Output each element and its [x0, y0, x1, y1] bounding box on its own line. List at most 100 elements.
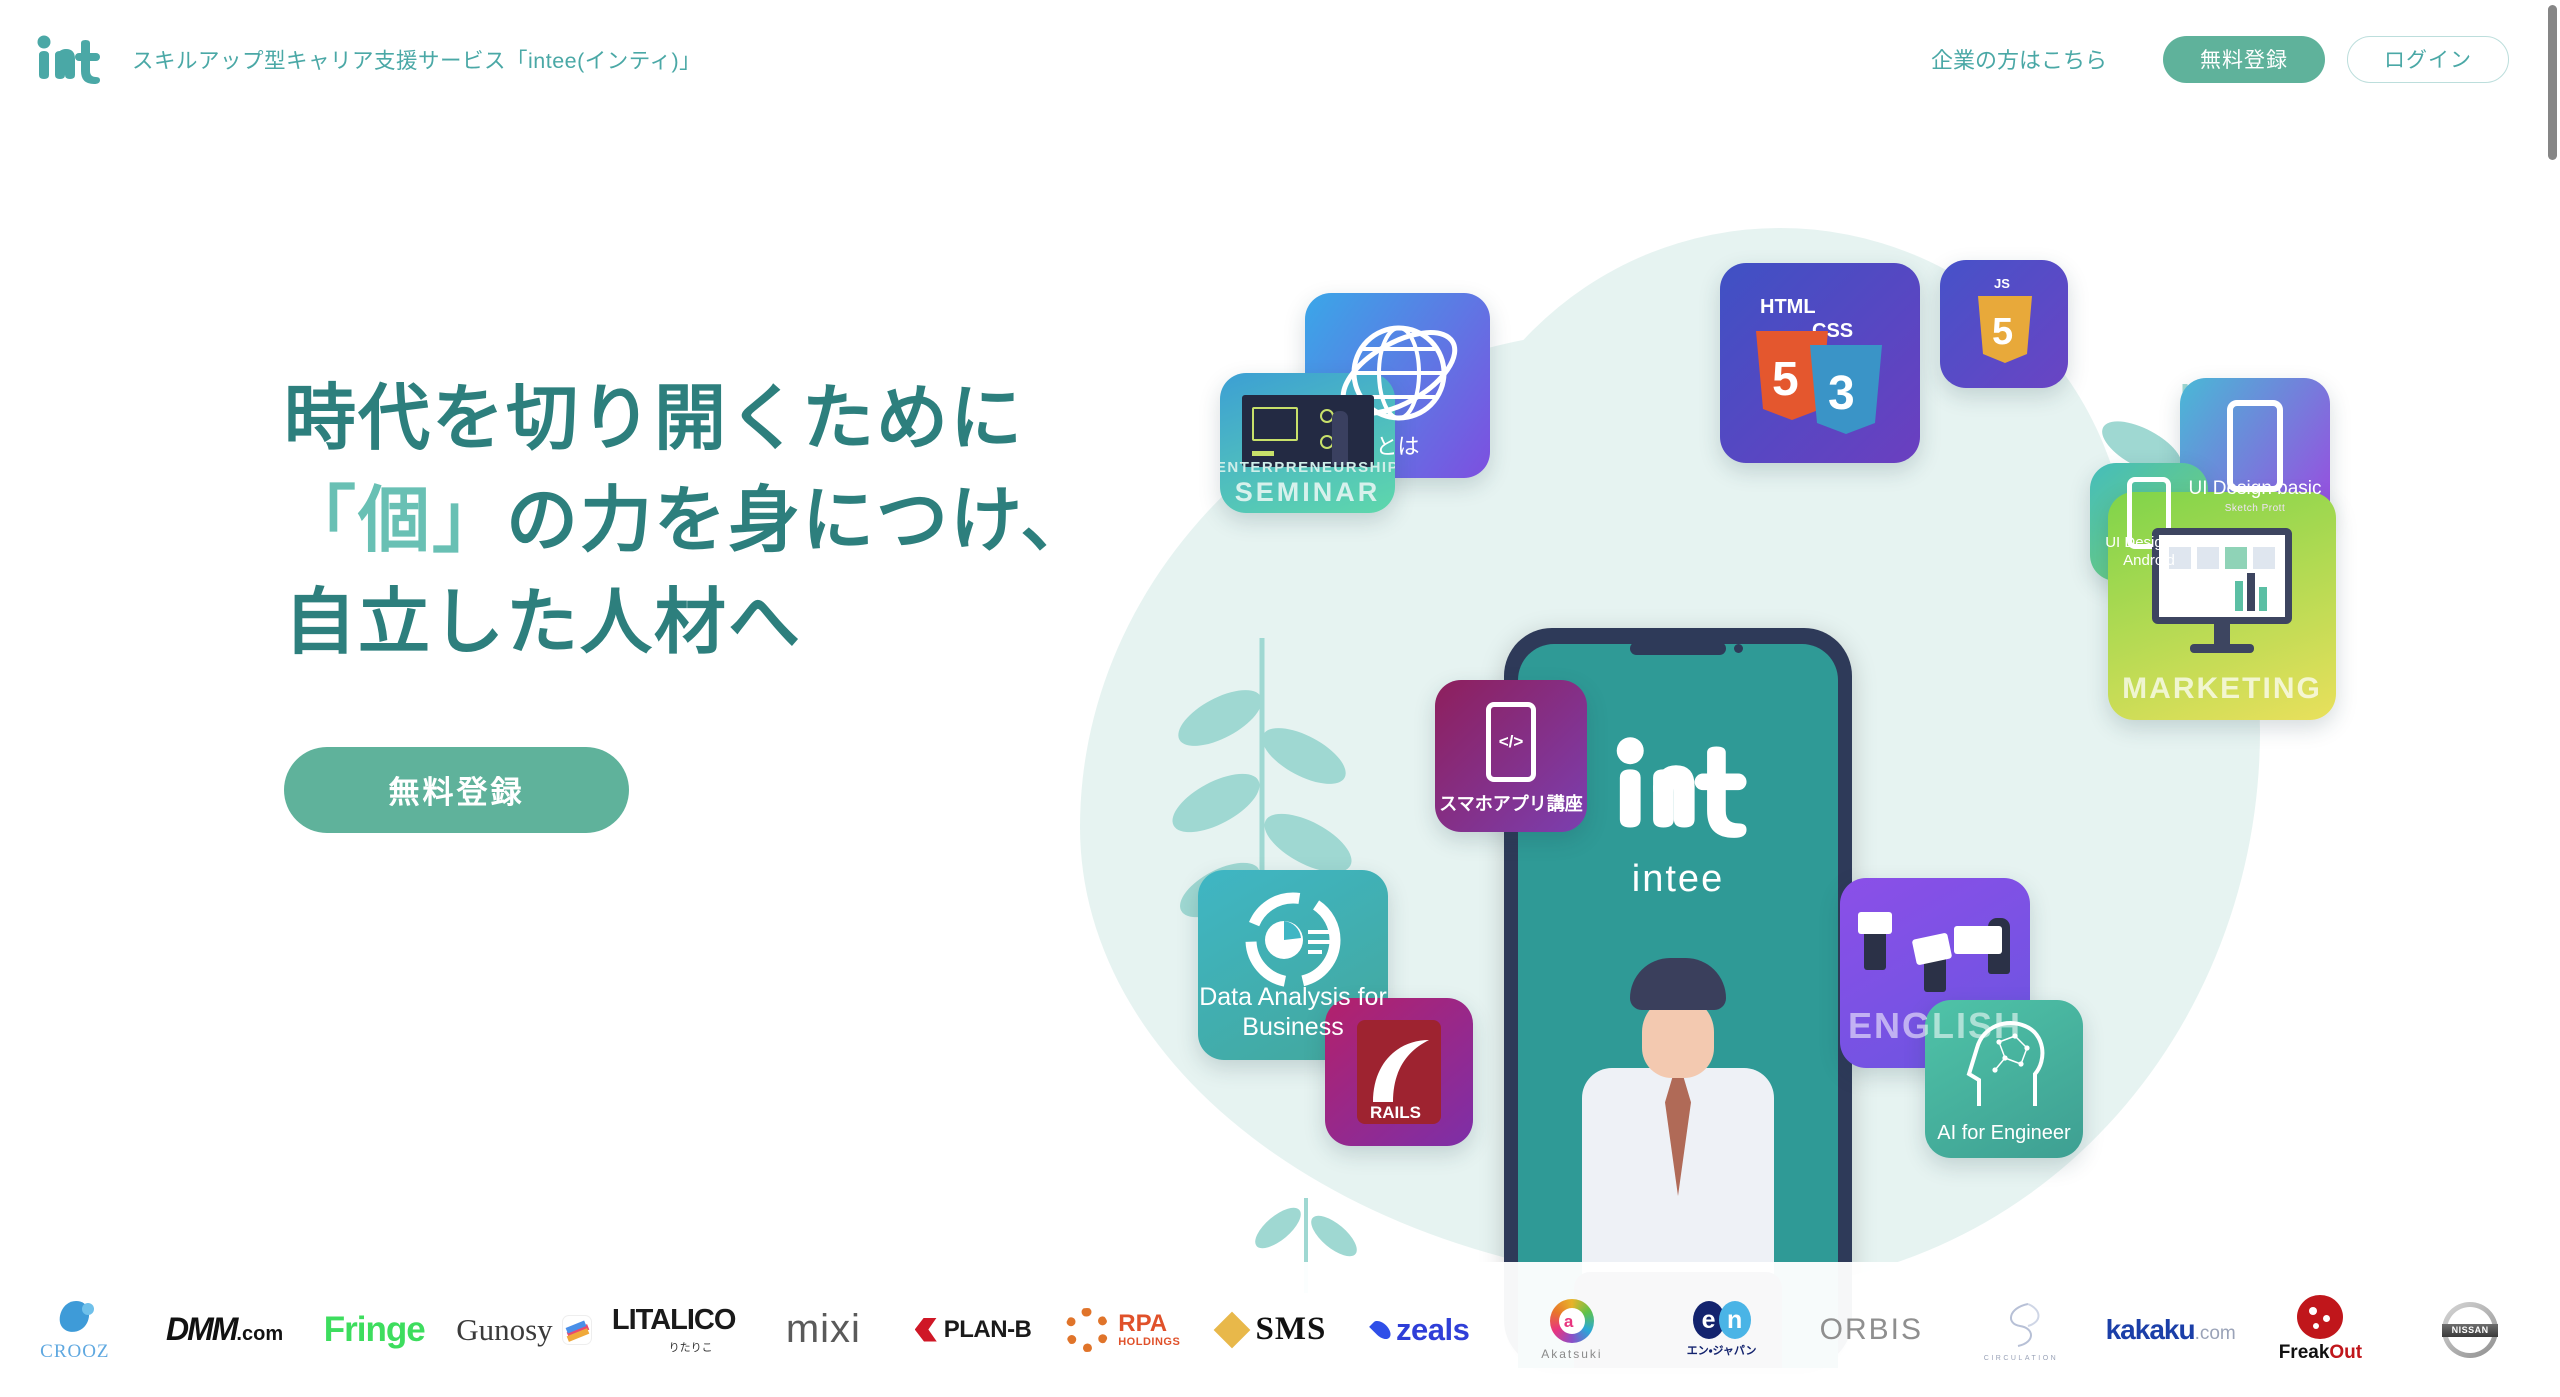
- en-n-icon: n: [1718, 1301, 1751, 1339]
- plan-b-mark-icon: [914, 1317, 937, 1342]
- partner-logo-litalico: LITALICO りたりこ: [599, 1262, 749, 1397]
- plan-b-wordmark: PLAN-B: [943, 1315, 1032, 1343]
- site-tagline: スキルアップ型キャリア支援サービス「intee(インティ)」: [132, 48, 702, 73]
- hero-section: 時代を切り開くために 「個」の力を身につけ、 自立した人材へ 無料登録 inte…: [0, 118, 2545, 1368]
- partner-logo-gunosy: Gunosy: [449, 1262, 599, 1397]
- gunosy-app-icon: [561, 1314, 592, 1345]
- partner-logo-rpa-holdings: RPA HOLDINGS: [1048, 1262, 1198, 1397]
- scrollbar-thumb[interactable]: [2548, 5, 2557, 160]
- course-card-marketing-label: MARKETING: [2122, 672, 2322, 706]
- monitor-stand: [2214, 624, 2230, 646]
- sms-wordmark: SMS: [1255, 1311, 1327, 1347]
- course-card-english[interactable]: ENGLISH: [1840, 878, 2030, 1068]
- course-card-ui-design-basic-tools: Sketch Prott: [2224, 503, 2286, 514]
- site-header: スキルアップ型キャリア支援サービス「intee(インティ)」 企業の方はこちら …: [0, 0, 2545, 118]
- partner-logo-circulation: CIRCULATION: [1946, 1262, 2096, 1397]
- corporate-link[interactable]: 企業の方はこちら: [1931, 43, 2107, 75]
- akatsuki-mark-icon: a: [1549, 1298, 1594, 1343]
- partner-logo-mixi: mixi: [749, 1262, 899, 1397]
- course-card-ui-design-android-label: UI Design for Android: [2105, 533, 2193, 570]
- partner-logo-en-japan: e n エン・ジャパン: [1647, 1262, 1797, 1397]
- svg-text:RAILS: RAILS: [1370, 1103, 1421, 1122]
- course-card-html-css[interactable]: HTML CSS 5 3: [1720, 263, 1920, 463]
- login-button[interactable]: ログイン: [2347, 35, 2509, 83]
- hero-heading: 時代を切り開くために 「個」の力を身につけ、 自立した人材へ: [284, 368, 1094, 675]
- hero-heading-line-1: 時代を切り開くために: [284, 379, 1025, 459]
- rpa-wordmark-stack: RPA HOLDINGS: [1118, 1309, 1181, 1348]
- partner-logo-zeals: zeals: [1347, 1262, 1497, 1397]
- plan-b-row: PLAN-B: [914, 1315, 1032, 1344]
- header-actions: 企業の方はこちら 無料登録 ログイン: [1931, 35, 2509, 83]
- hero-heading-line-3: 自立した人材へ: [284, 583, 803, 664]
- partner-logo-akatsuki: a Akatsuki: [1497, 1262, 1647, 1397]
- js-icon: JS 5: [1978, 276, 2032, 363]
- course-card-seminar-label: ENTERPRENEURSHIP SEMINAR: [1220, 458, 1395, 507]
- hero-heading-highlight: 「個」: [284, 481, 507, 562]
- course-card-global-label: とは: [1375, 434, 1420, 460]
- course-card-smartphone-app-label: スマホアプリ講座: [1439, 793, 1583, 814]
- nissan-mark-icon: NISSAN: [2442, 1301, 2499, 1358]
- litalico-subtext: りたりこ: [668, 1342, 713, 1354]
- svg-text:5: 5: [1772, 353, 1799, 406]
- zeals-row: zeals: [1369, 1312, 1470, 1348]
- english-book-center: [1911, 932, 1953, 966]
- blackboard-art: [1242, 395, 1374, 467]
- en-japan-subtext: エン・ジャパン: [1686, 1345, 1757, 1357]
- gunosy-wordmark-row: Gunosy: [456, 1312, 592, 1348]
- partner-logo-fringe: Fringe: [299, 1262, 449, 1397]
- orbis-wordmark: ORBIS: [1819, 1312, 1923, 1346]
- partner-logo-nissan: NISSAN: [2395, 1262, 2545, 1397]
- hero-heading-line-2: 「個」の力を身につけ、: [284, 470, 1094, 572]
- partner-logo-freakout: FreakOut: [2246, 1262, 2396, 1397]
- svg-text:JS: JS: [1994, 276, 2010, 291]
- sms-mark-icon: [1213, 1311, 1250, 1348]
- course-card-english-label: ENGLISH: [1847, 1004, 2022, 1046]
- english-card-right: [1954, 926, 2002, 954]
- signup-button-hero[interactable]: 無料登録: [284, 746, 629, 833]
- seminar-main-text: SEMINAR: [1234, 476, 1381, 507]
- english-board-left: [1858, 912, 1892, 934]
- course-card-ai-label: AI for Engineer: [1937, 1121, 2071, 1144]
- code-phone-icon: </>: [1486, 702, 1536, 782]
- fringe-wordmark: Fringe: [323, 1309, 426, 1349]
- mixi-wordmark: mixi: [785, 1307, 861, 1351]
- hero-illustration: intee とは ENTERPRENEURSHIP SEMINAR HTML C…: [1080, 198, 2380, 1368]
- litalico-wordmark: LITALICO: [611, 1304, 737, 1336]
- phone-notch: [1630, 642, 1743, 655]
- signup-button-header[interactable]: 無料登録: [2163, 35, 2325, 83]
- freakout-mark-icon: [2297, 1295, 2344, 1339]
- html5-css3-icon: HTML CSS 5 3: [1756, 296, 1882, 434]
- sms-row: SMS: [1213, 1311, 1327, 1348]
- crooz-wordmark: CROOZ: [40, 1340, 110, 1362]
- crooz-mark-icon: [59, 1300, 94, 1332]
- intee-logo[interactable]: [30, 29, 104, 89]
- person-hair: [1630, 958, 1726, 1010]
- partner-logo-kakaku: kakaku.com: [2096, 1262, 2246, 1397]
- course-card-data-analysis[interactable]: Data Analysis for Business: [1198, 870, 1388, 1060]
- teacher-figure: [1332, 411, 1348, 465]
- partner-logo-sms: SMS: [1198, 1262, 1348, 1397]
- zeals-flame-icon: [1369, 1317, 1394, 1342]
- int-logo-icon-phone: [1616, 737, 1747, 838]
- partner-logo-crooz: CROOZ: [0, 1262, 150, 1397]
- hero-copy: 時代を切り開くために 「個」の力を身につけ、 自立した人材へ 無料登録: [284, 368, 1094, 833]
- monitor-base: [2190, 644, 2254, 653]
- rpa-row: RPA HOLDINGS: [1065, 1307, 1181, 1352]
- rpa-subtext: HOLDINGS: [1118, 1335, 1181, 1348]
- dmm-wordmark: DMM.com: [166, 1311, 284, 1347]
- seminar-top-text: ENTERPRENEURSHIP: [1220, 458, 1395, 476]
- pie-chart-icon: [1245, 892, 1341, 988]
- hero-heading-line-2-rest: の力を身につけ、: [506, 481, 1095, 562]
- partner-logo-plan-b: PLAN-B: [898, 1262, 1048, 1397]
- partner-logo-dmm: DMM.com: [150, 1262, 300, 1397]
- circulation-wordmark: CIRCULATION: [1983, 1354, 2059, 1362]
- rpa-wordmark: RPA: [1118, 1309, 1168, 1337]
- page-scrollbar[interactable]: [2545, 0, 2560, 1397]
- course-card-smartphone-app[interactable]: </> スマホアプリ講座: [1435, 680, 1587, 832]
- partner-logo-orbis: ORBIS: [1796, 1262, 1946, 1397]
- circulation-mark-icon: [2010, 1302, 2040, 1347]
- course-card-javascript[interactable]: JS 5: [1940, 260, 2068, 388]
- svg-text:5: 5: [1992, 311, 2013, 353]
- course-card-data-analysis-label: Data Analysis for Business: [1199, 983, 1387, 1041]
- svg-text:3: 3: [1828, 367, 1855, 420]
